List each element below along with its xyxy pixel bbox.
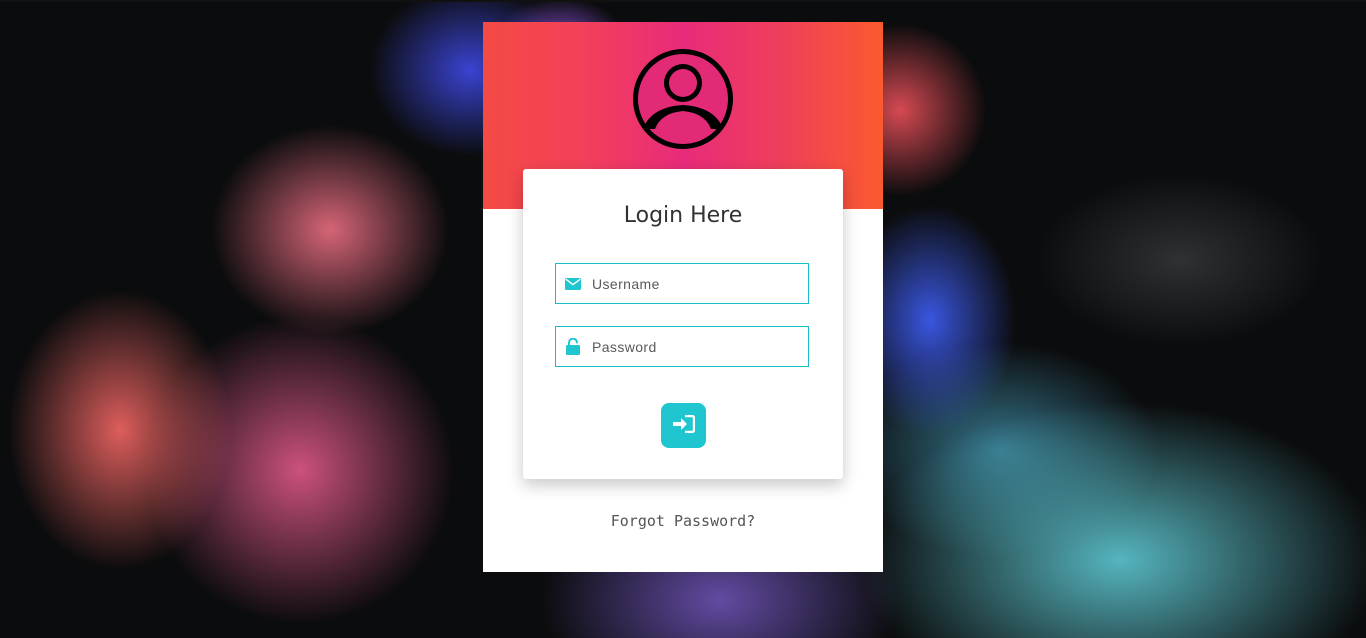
password-input[interactable] xyxy=(590,337,794,356)
login-button[interactable] xyxy=(661,403,706,448)
login-card: Login Here xyxy=(523,169,843,479)
unlock-icon xyxy=(565,338,581,355)
browser-top-edge xyxy=(0,0,1366,2)
username-input[interactable] xyxy=(590,274,794,293)
forgot-password-link[interactable]: Forgot Password? xyxy=(483,512,883,530)
envelope-icon xyxy=(565,276,581,292)
username-field[interactable] xyxy=(555,263,809,304)
sign-in-icon xyxy=(672,414,695,436)
password-field[interactable] xyxy=(555,326,809,367)
login-panel: Login Here Username Forgot Password? xyxy=(483,22,883,572)
user-circle-icon xyxy=(633,49,733,149)
login-title: Login Here xyxy=(623,203,743,228)
